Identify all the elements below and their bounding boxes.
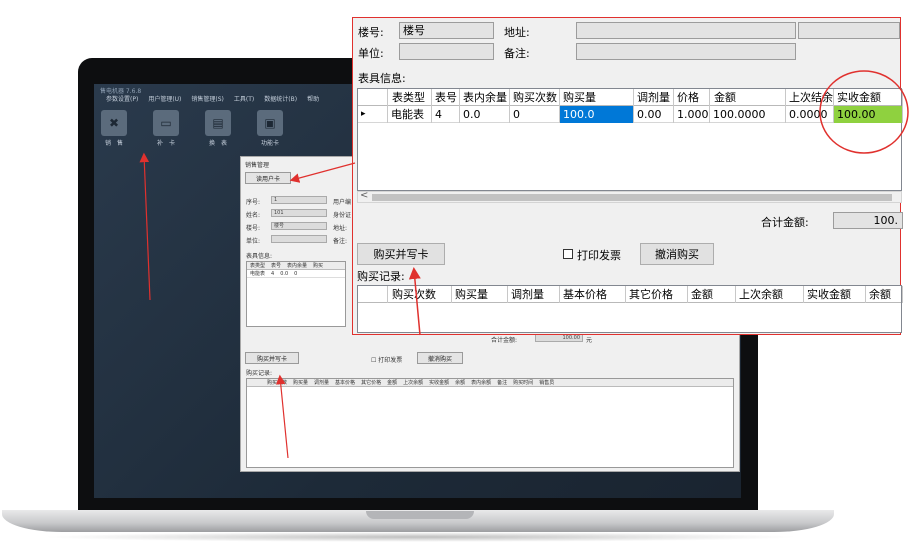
highlight-circle (819, 70, 909, 154)
arrow-to-buy-button (408, 267, 421, 336)
arrow-to-screen-buy-button (275, 374, 289, 459)
arrow-to-read-card (289, 162, 356, 183)
annotation-overlay (139, 70, 909, 459)
arrow-to-sell-icon (139, 152, 151, 301)
